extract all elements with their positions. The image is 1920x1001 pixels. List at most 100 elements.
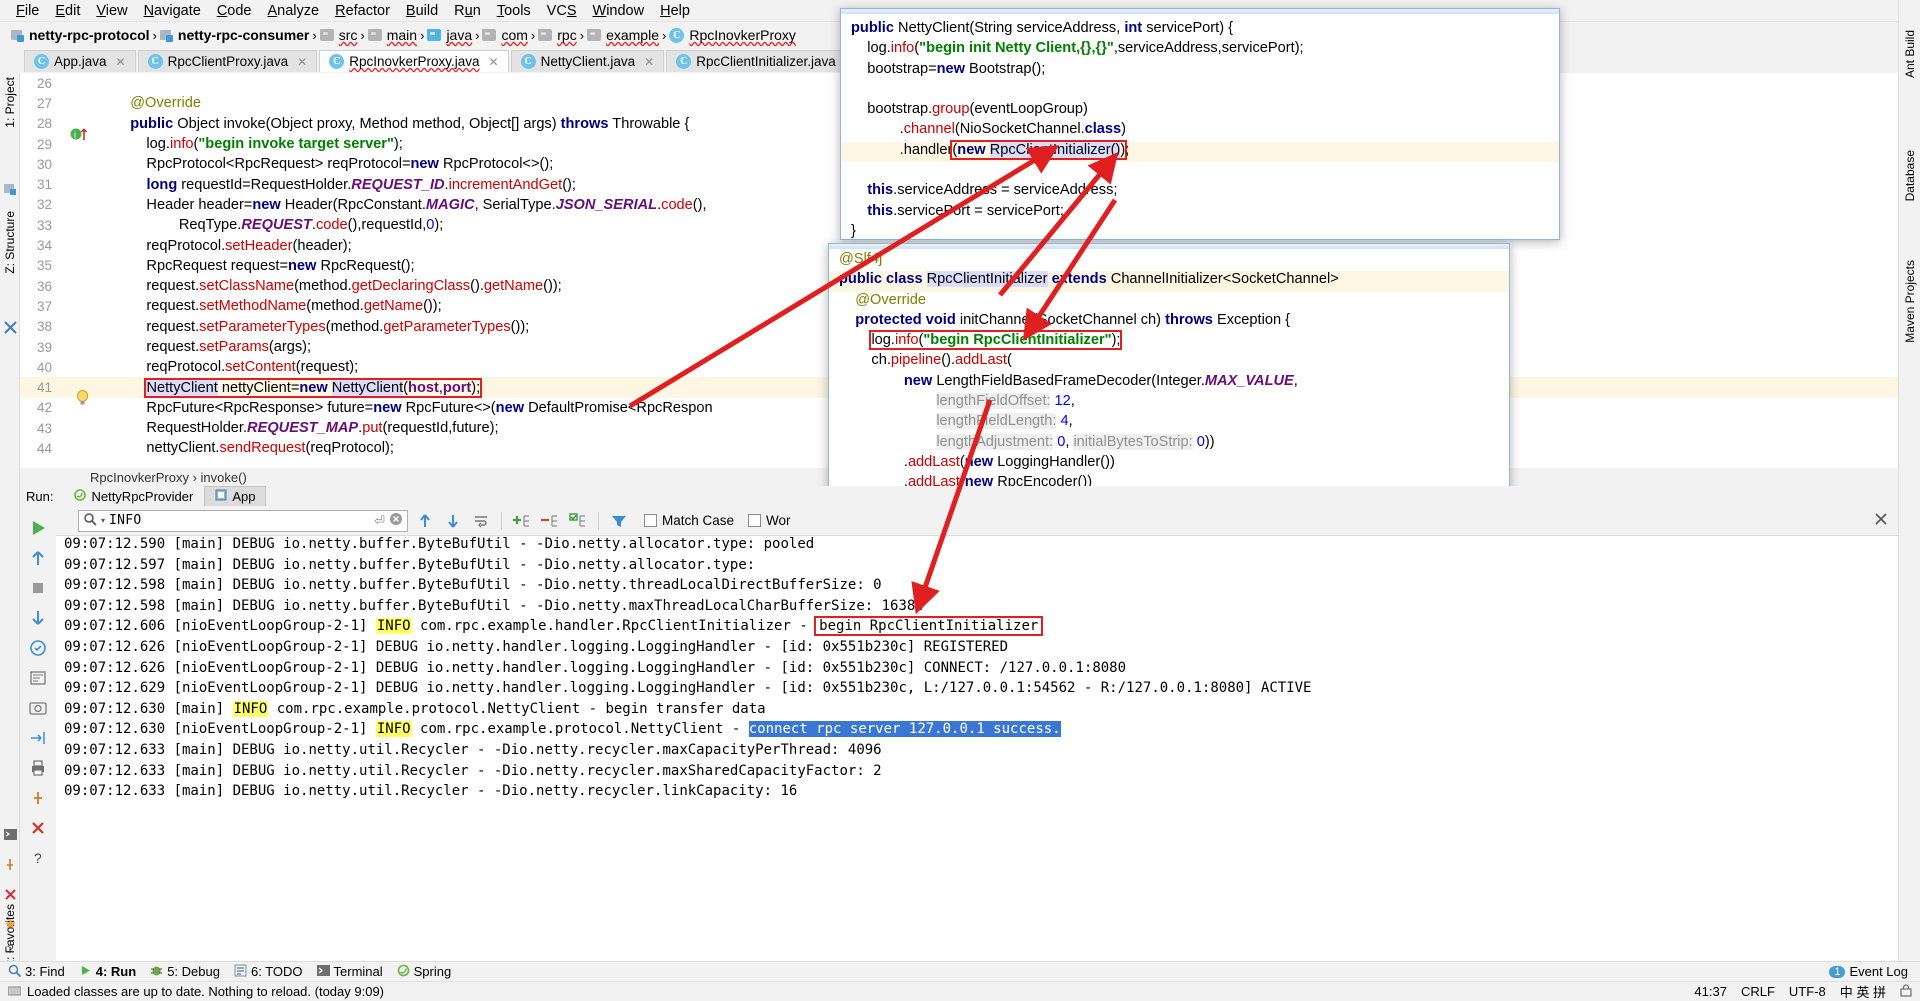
popup-code-line[interactable]: lengthFieldLength: 4, xyxy=(829,413,1509,433)
stop-button[interactable] xyxy=(25,576,51,600)
sidebar-item-database[interactable]: Database xyxy=(1903,150,1917,201)
menu-item-edit[interactable]: Edit xyxy=(47,1,88,21)
popup-code-line[interactable]: log.info("begin RpcClientInitializer"); xyxy=(829,330,1509,352)
line-code[interactable]: log.info("begin invoke target server"); xyxy=(106,136,402,152)
editor-tab-rpcinovkerproxy-java[interactable]: C RpcInovkerProxy.java ✕ xyxy=(319,50,509,72)
popup-code-line[interactable]: this.servicePort = servicePort; xyxy=(841,203,1559,223)
help-button[interactable]: ? xyxy=(25,846,51,870)
bottom-tab-5-debug[interactable]: 5: Debug xyxy=(150,964,220,980)
clear-search-icon[interactable] xyxy=(389,512,403,529)
line-code[interactable]: public Object invoke(Object proxy, Metho… xyxy=(106,116,689,132)
line-code[interactable]: RpcFuture<RpcResponse> future=new RpcFut… xyxy=(106,400,712,416)
close-tab-icon[interactable]: ✕ xyxy=(297,55,307,69)
sidebar-item-structure[interactable]: Z: Structure xyxy=(3,211,17,274)
run-side-toolbar[interactable]: ? xyxy=(20,512,56,961)
line-code[interactable]: request.setClassName(method.getDeclaring… xyxy=(106,278,561,294)
menu-item-tools[interactable]: Tools xyxy=(489,1,539,21)
run-tab-nettyrpcprovider[interactable]: NettyRpcProvider xyxy=(63,486,204,507)
popup-code-line[interactable]: lengthAdjustment: 0, initialBytesToStrip… xyxy=(829,433,1509,454)
popup-code-line[interactable]: .addLast(new LoggingHandler()) xyxy=(829,454,1509,474)
popup-code-line[interactable]: public class RpcClientInitializer extend… xyxy=(829,271,1509,292)
collapse-all-icon[interactable] xyxy=(539,510,561,532)
menu-item-build[interactable]: Build xyxy=(398,1,446,21)
breadcrumb-item-netty-rpc-consumer[interactable]: netty-rpc-consumer xyxy=(157,27,312,43)
menu-item-help[interactable]: Help xyxy=(652,1,698,21)
bottom-tab-6-todo[interactable]: 6: TODO xyxy=(234,964,303,980)
line-code[interactable]: RpcProtocol<RpcRequest> reqProtocol=new … xyxy=(106,156,553,172)
line-code[interactable]: RequestHolder.REQUEST_MAP.put(requestId,… xyxy=(106,420,498,436)
rerun-failed-icon[interactable] xyxy=(25,636,51,660)
scroll-up-button[interactable] xyxy=(25,546,51,570)
camera-icon[interactable] xyxy=(25,696,51,720)
popup-code-line[interactable]: } xyxy=(841,223,1559,239)
line-code[interactable]: nettyClient.sendRequest(reqProtocol); xyxy=(106,440,393,456)
scroll-down-button[interactable] xyxy=(25,606,51,630)
line-code[interactable]: @Override xyxy=(106,95,201,111)
popup-code-line[interactable]: @Slf4j xyxy=(829,251,1509,271)
popup-code-line[interactable]: lengthFieldOffset: 12, xyxy=(829,393,1509,413)
select-all-icon[interactable] xyxy=(567,510,589,532)
caret-position[interactable]: 41:37 xyxy=(1694,984,1727,999)
breadcrumb-item-src[interactable]: src xyxy=(317,27,361,43)
popup-code-line[interactable]: @Override xyxy=(829,292,1509,312)
close-tab-icon[interactable]: ✕ xyxy=(116,55,126,69)
console-output[interactable]: 09:07:12.590 [main] DEBUG io.netty.buffe… xyxy=(64,536,1878,961)
checkbox-box[interactable] xyxy=(644,514,657,527)
intention-bulb-icon[interactable] xyxy=(76,389,89,405)
sidebar-item-favorites[interactable]: 2: Favorites xyxy=(3,904,17,967)
words-checkbox[interactable]: Wor xyxy=(748,513,791,528)
popup-code-line[interactable]: this.serviceAddress = serviceAddress; xyxy=(841,182,1559,202)
lock-icon[interactable] xyxy=(1900,983,1912,1000)
menu-item-run[interactable]: Run xyxy=(446,1,489,21)
breadcrumb-item-java[interactable]: java xyxy=(424,27,475,43)
menu-item-code[interactable]: Code xyxy=(209,1,260,21)
bottom-tab-3-find[interactable]: 3: Find xyxy=(8,964,65,980)
popup-code-line[interactable]: log.info("begin init Netty Client,{},{}"… xyxy=(841,40,1559,60)
rerun-button[interactable] xyxy=(25,516,51,540)
ime-indicator[interactable]: 中 英 拼 xyxy=(1840,982,1886,1001)
quick-definition-popup-nettyclient[interactable]: public NettyClient(String serviceAddress… xyxy=(840,8,1560,240)
popup-code-line[interactable]: protected void initChannel(SocketChannel… xyxy=(829,312,1509,332)
encoding[interactable]: UTF-8 xyxy=(1789,984,1826,999)
run-tool-window[interactable]: Run: NettyRpcProvider App ▾ ⏎ xyxy=(20,486,1898,961)
run-tab-app[interactable]: App xyxy=(204,486,267,506)
line-code[interactable]: request.setParameterTypes(method.getPara… xyxy=(106,319,529,335)
menu-item-refactor[interactable]: Refactor xyxy=(327,1,398,21)
event-log-button[interactable]: 1 Event Log xyxy=(1829,964,1920,979)
menu-item-view[interactable]: View xyxy=(88,1,135,21)
popup-code-line[interactable] xyxy=(841,162,1559,182)
popup-code-line[interactable]: .channel(NioSocketChannel.class) xyxy=(841,121,1559,141)
line-code[interactable]: request.setParams(args); xyxy=(106,339,311,355)
editor-tab-rpcclientinitializer-java[interactable]: CRpcClientInitializer.java✕ xyxy=(666,50,865,72)
breadcrumb-item-netty-rpc-protocol[interactable]: netty-rpc-protocol xyxy=(8,27,153,43)
soft-wrap-icon[interactable] xyxy=(470,510,492,532)
expand-all-icon[interactable] xyxy=(511,510,533,532)
line-separator[interactable]: CRLF xyxy=(1741,984,1775,999)
breadcrumb-item-main[interactable]: main xyxy=(365,27,420,43)
enter-icon[interactable]: ⏎ xyxy=(374,513,385,529)
run-gutter-icon[interactable]: i xyxy=(70,126,92,146)
search-prev-button[interactable] xyxy=(414,510,436,532)
close-search-icon[interactable] xyxy=(1874,512,1888,529)
sidebar-item-project[interactable]: 1: Project xyxy=(3,77,17,128)
console-search-toolbar[interactable]: ▾ ⏎ Match Ca xyxy=(20,506,1898,536)
line-code[interactable]: request.setMethodName(method.getName()); xyxy=(106,298,441,314)
sidebar-item-ant-build[interactable]: Ant Build xyxy=(1903,30,1917,78)
match-case-checkbox[interactable]: Match Case xyxy=(644,513,734,528)
menu-item-file[interactable]: File xyxy=(8,1,47,21)
close-tab-icon[interactable]: ✕ xyxy=(644,55,654,69)
breadcrumb-item-rpc[interactable]: rpc xyxy=(535,27,579,43)
checkbox-box-2[interactable] xyxy=(748,514,762,527)
popup-code-line[interactable]: bootstrap=new Bootstrap(); xyxy=(841,61,1559,81)
soft-wrap-toggle-icon[interactable] xyxy=(25,666,51,690)
line-code[interactable]: ReqType.REQUEST.code(),requestId,0); xyxy=(106,217,443,233)
menu-item-window[interactable]: Window xyxy=(585,1,653,21)
breadcrumb-item-rpcinovkerproxy[interactable]: C RpcInovkerProxy xyxy=(666,27,799,43)
bottom-tab-4-run[interactable]: 4: Run xyxy=(79,964,136,980)
menu-item-vcs[interactable]: VCS xyxy=(539,1,585,21)
breadcrumb-item-com[interactable]: com xyxy=(479,27,530,43)
search-input[interactable] xyxy=(109,513,371,528)
menu-item-navigate[interactable]: Navigate xyxy=(136,1,209,21)
line-code[interactable]: RpcRequest request=new RpcRequest(); xyxy=(106,258,414,274)
line-code[interactable]: Header header=new Header(RpcConstant.MAG… xyxy=(106,197,706,213)
